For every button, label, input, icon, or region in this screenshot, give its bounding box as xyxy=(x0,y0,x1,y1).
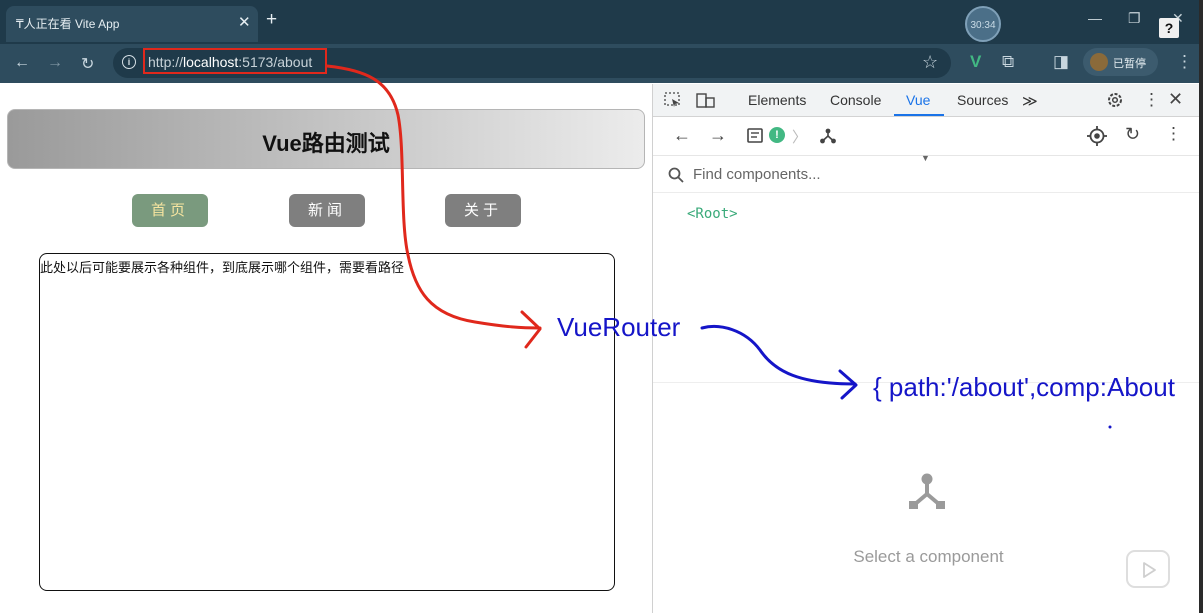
nav-link-about[interactable]: 关于 xyxy=(445,194,521,227)
tab-sources[interactable]: Sources xyxy=(957,92,1008,108)
bookmark-star-icon[interactable]: ☆ xyxy=(922,52,938,73)
vue-menu-icon[interactable]: ⋮ xyxy=(1165,124,1182,144)
close-tab-icon[interactable]: ✕ xyxy=(238,13,251,31)
annotation-route-config: { path:'/about',comp:About xyxy=(873,372,1175,402)
back-button[interactable]: ← xyxy=(14,54,30,72)
annotation-vuerouter: VueRouter xyxy=(557,312,681,342)
profile-status: 已暂停 xyxy=(1113,58,1146,70)
tab-elements[interactable]: Elements xyxy=(748,92,806,108)
vue-devtools-extension-icon[interactable]: V xyxy=(970,52,981,72)
devtools-panel: Elements Console Vue Sources ≫ ⋮ ✕ ← → !… xyxy=(652,84,1203,613)
avatar xyxy=(1090,53,1108,71)
site-info-icon[interactable]: i xyxy=(122,55,136,69)
browser-menu-icon[interactable]: ⋮ xyxy=(1176,52,1193,72)
chevron-right-icon: 〉 xyxy=(792,129,808,146)
close-devtools-icon[interactable]: ✕ xyxy=(1168,89,1183,110)
profile-button[interactable]: 已暂停 xyxy=(1083,48,1158,76)
tab-console[interactable]: Console xyxy=(830,92,881,108)
browser-tab-strip: ₸人正在看 Vite App ✕ + 30:34 — ❐ ✕ ? xyxy=(0,0,1203,44)
restore-button[interactable]: ❐ xyxy=(1128,10,1141,27)
window-frame-edge xyxy=(1199,0,1203,613)
side-panel-icon[interactable]: ◨ xyxy=(1053,52,1069,72)
help-icon[interactable]: ? xyxy=(1159,18,1179,38)
page-viewport: Vue路由测试 首页 新闻 关于 此处以后可能要展示各种组件，到底展示哪个组件，… xyxy=(0,84,652,613)
vue-toolbar: ← → ! 〉 ↻ ⋮ xyxy=(653,117,1203,156)
tab-vue[interactable]: Vue xyxy=(906,92,930,108)
inspect-element-icon[interactable] xyxy=(664,92,682,108)
find-components-row[interactable]: Find components... ▼ xyxy=(653,153,1203,193)
more-tabs-icon[interactable]: ≫ xyxy=(1022,92,1038,110)
router-view-box: 此处以后可能要展示各种组件，到底展示哪个组件，需要看路径 xyxy=(39,253,615,591)
page-header: Vue路由测试 xyxy=(7,109,645,169)
select-component-target-icon[interactable] xyxy=(1087,126,1107,146)
browser-tab[interactable]: ₸人正在看 Vite App ✕ xyxy=(6,6,258,42)
url-highlight-annotation xyxy=(143,48,327,74)
device-toolbar-icon[interactable] xyxy=(696,92,716,108)
devtools-tab-bar: Elements Console Vue Sources ≫ ⋮ ✕ xyxy=(653,84,1203,117)
tab-title: ₸人正在看 Vite App xyxy=(16,17,120,31)
new-tab-button[interactable]: + xyxy=(266,9,277,31)
extensions-puzzle-icon[interactable]: ⧉ xyxy=(1002,52,1014,72)
component-tree-icon[interactable] xyxy=(819,127,837,145)
app-selector-icon[interactable] xyxy=(747,128,763,143)
play-icon xyxy=(1143,562,1156,578)
nav-link-home[interactable]: 首页 xyxy=(132,194,208,227)
forward-arrow-icon[interactable]: → xyxy=(709,125,727,146)
search-input[interactable]: Find components... xyxy=(693,166,821,183)
settings-gear-icon[interactable] xyxy=(1106,91,1124,109)
search-icon xyxy=(668,167,684,183)
page-title: Vue路由测试 xyxy=(262,131,390,156)
root-component-node[interactable]: <Root> xyxy=(687,206,738,222)
refresh-icon[interactable]: ↻ xyxy=(1125,124,1140,145)
forward-button[interactable]: → xyxy=(47,54,63,72)
play-button[interactable] xyxy=(1126,550,1170,588)
active-tab-indicator xyxy=(894,114,944,116)
component-tree-placeholder-icon xyxy=(909,473,945,509)
chevron-down-icon[interactable]: ▼ xyxy=(921,153,930,163)
vue-status-icon: ! xyxy=(769,127,785,143)
reload-button[interactable]: ↻ xyxy=(81,54,94,74)
devtools-menu-icon[interactable]: ⋮ xyxy=(1143,90,1160,110)
back-arrow-icon[interactable]: ← xyxy=(673,125,691,146)
minimize-button[interactable]: — xyxy=(1088,10,1102,26)
content-text: 此处以后可能要展示各种组件，到底展示哪个组件，需要看路径 xyxy=(40,260,405,275)
empty-state-text: Select a component xyxy=(853,547,1004,566)
timer-badge: 30:34 xyxy=(965,6,1001,42)
nav-link-news[interactable]: 新闻 xyxy=(289,194,365,227)
